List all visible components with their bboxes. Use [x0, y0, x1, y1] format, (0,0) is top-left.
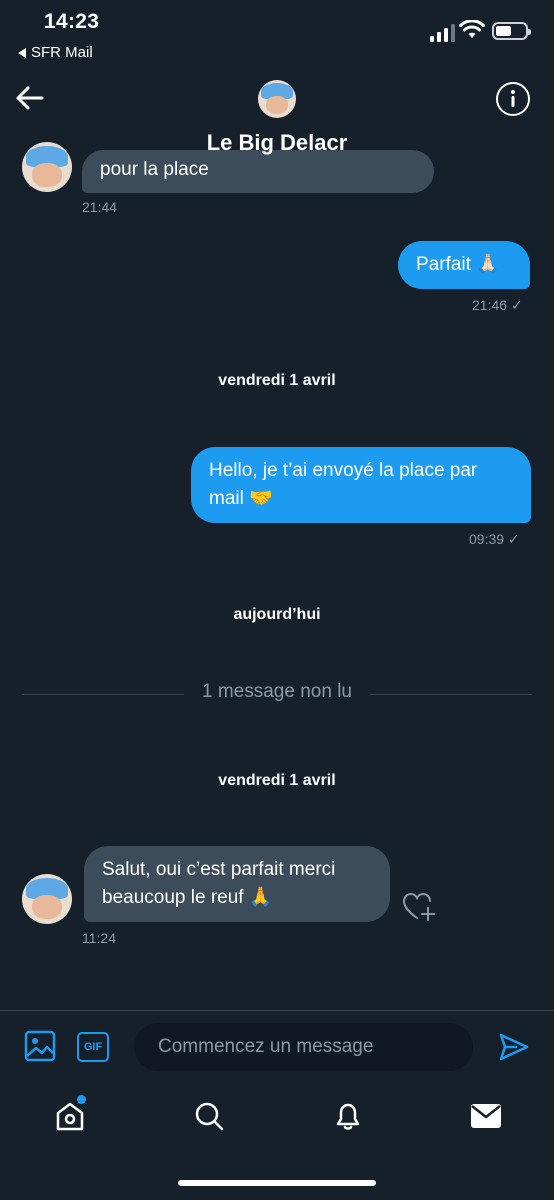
message-line: mail 🤝: [209, 488, 273, 509]
search-icon[interactable]: [193, 1100, 225, 1132]
avatar[interactable]: [22, 874, 72, 924]
message-timestamp: 21:44: [82, 199, 118, 215]
message-bubble-outgoing[interactable]: Parfait 🙏🏻: [398, 241, 530, 289]
image-icon[interactable]: [24, 1030, 56, 1062]
back-triangle-icon: [18, 47, 26, 58]
battery-icon: [492, 22, 531, 40]
message-line: beaucoup le reuf 🙏: [102, 887, 273, 908]
day-separator: aujourd’hui: [233, 606, 321, 623]
info-button[interactable]: [496, 82, 530, 116]
bell-icon[interactable]: [332, 1100, 364, 1132]
message-bubble-incoming[interactable]: Salut, oui c’est parfait merci beaucoup …: [84, 846, 390, 922]
message-line: Hello, je t’ai envoyé la place par: [209, 460, 478, 481]
message-bubble-incoming[interactable]: pour la place: [82, 150, 434, 193]
back-app-label: SFR Mail: [31, 44, 93, 61]
back-to-app-link[interactable]: SFR Mail: [18, 44, 93, 61]
unread-count-label: 1 message non lu: [202, 681, 352, 702]
message-line: Salut, oui c’est parfait merci: [102, 859, 336, 880]
day-separator: vendredi 1 avril: [218, 372, 336, 389]
info-icon: [511, 90, 515, 107]
message-timestamp: 11:24: [82, 930, 116, 946]
composer-divider: [0, 1010, 554, 1011]
message-input[interactable]: Commencez un message: [134, 1023, 473, 1071]
notification-dot: [77, 1095, 86, 1104]
wifi-icon: [459, 20, 485, 38]
message-timestamp: 21:46 ✓: [472, 297, 523, 313]
heart-add-icon[interactable]: [402, 892, 436, 922]
message-bubble-outgoing[interactable]: Hello, je t’ai envoyé la place par mail …: [191, 447, 531, 523]
home-indicator[interactable]: [178, 1180, 376, 1186]
mail-icon[interactable]: [470, 1103, 502, 1129]
message-timestamp: 09:39 ✓: [469, 531, 520, 547]
conversation-avatar[interactable]: [258, 80, 296, 118]
back-arrow-icon[interactable]: [14, 84, 46, 112]
cellular-signal-icon: [430, 22, 455, 42]
home-icon[interactable]: [54, 1100, 86, 1132]
gif-button[interactable]: GIF: [77, 1032, 109, 1062]
status-time: 14:23: [44, 10, 100, 33]
send-icon[interactable]: [498, 1032, 530, 1062]
conversation-title[interactable]: Le Big Delacr: [0, 130, 554, 156]
day-separator: vendredi 1 avril: [218, 772, 336, 789]
